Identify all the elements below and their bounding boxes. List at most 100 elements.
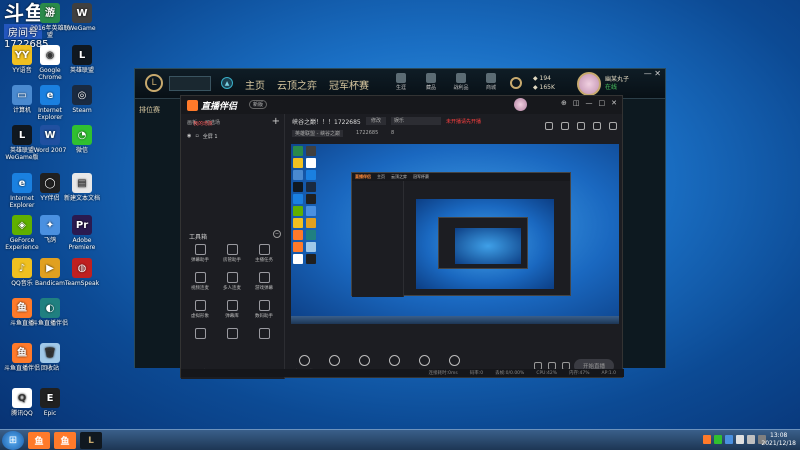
app-icon: ▶ (40, 258, 60, 278)
desktop-icon-label: Adobe Premiere (68, 237, 96, 251)
toolbox-item[interactable]: 虚拟形象 (185, 300, 215, 319)
tool-icon (226, 328, 238, 339)
lol-profile-button[interactable]: 生涯 (391, 73, 411, 91)
tab-my-scenes[interactable]: 我的场景 (187, 120, 219, 127)
app-icon: ◉ (40, 45, 60, 65)
toolbox-item[interactable]: 弹幕助手 (185, 244, 215, 263)
tool-label: 弹幕助手 (191, 258, 209, 263)
desktop-icon[interactable]: W WeGame (62, 3, 102, 32)
close-icon[interactable]: ✕ (611, 99, 617, 107)
desktop-icon[interactable]: ◍ TeamSpeak (62, 258, 102, 287)
minimize-icon[interactable]: — (586, 99, 593, 107)
toolbox-item[interactable]: 游戏弹幕 (249, 272, 279, 291)
lol-collection-button[interactable]: 藏品 (421, 73, 441, 91)
nested-bar: 直播伴侣 主页 云顶之弈 冠军杯赛 (352, 173, 570, 181)
lol-nav-tft[interactable]: 云顶之弈 (277, 77, 317, 92)
app-icon: ◐ (40, 298, 60, 318)
stream-window-controls: ⊕ ◫ — □ ✕ (561, 99, 617, 107)
toolbox-title: 工具箱 (189, 234, 208, 241)
desktop-icon[interactable]: ▤ 新建文本文档 (62, 173, 102, 202)
toolbox-item[interactable] (185, 328, 215, 341)
status-dropped: 丢帧:0/0.00% (495, 371, 525, 376)
toolbox-item[interactable]: 房管助手 (217, 244, 247, 263)
stream-preview[interactable]: 直播伴侣 主页 云顶之弈 冠军杯赛 (291, 144, 619, 324)
desktop-icon[interactable]: E Epic (30, 388, 70, 417)
add-scene-icon[interactable]: + (272, 116, 280, 127)
tool-icon (194, 300, 206, 311)
room-category-select[interactable]: 娱乐 (391, 117, 441, 125)
app-icon: E (40, 388, 60, 408)
skin-icon[interactable]: ◫ (573, 99, 580, 107)
tray-volume-icon[interactable] (747, 435, 755, 444)
app-icon: 鱼 (12, 343, 32, 363)
tray-douyu-icon[interactable] (703, 435, 711, 444)
game-category[interactable]: 英雄联盟 - 峡谷之巅 (292, 130, 343, 137)
desktop-icon-label: 新建文本文档 (63, 195, 100, 202)
stream-app-window[interactable]: 直播伴侣 新版 ⊕ ◫ — □ ✕ 我的场景 画板 可选场 + ◉ ▫ 全屏 1… (180, 95, 624, 379)
room-edit-button[interactable]: 修改 (366, 117, 386, 125)
toolbox-item[interactable] (249, 328, 279, 341)
taskbar-app-icon[interactable]: 鱼 (54, 432, 76, 449)
room-title[interactable]: 峡谷之巅！！！1722685 (292, 117, 361, 126)
lol-play-icon[interactable]: ▲ (221, 77, 233, 89)
lock-icon[interactable]: ▫ (195, 133, 198, 140)
taskbar-clock[interactable]: 13:08 2021/12/18 (761, 432, 796, 448)
desktop-icon[interactable]: ◎ Steam (62, 85, 102, 114)
desktop-icon[interactable]: L 英雄联盟 (62, 45, 102, 74)
nested-preview (416, 199, 554, 289)
eye-icon[interactable]: ◉ (187, 133, 191, 140)
toolbox-item[interactable]: 数码助手 (249, 300, 279, 319)
status-cpu: CPU:42% (536, 370, 557, 376)
tray-network-icon[interactable] (736, 435, 744, 444)
clock-time: 13:08 (770, 432, 788, 439)
version-badge[interactable]: 新版 (249, 100, 268, 109)
toolbox-collapse-icon[interactable]: − (273, 230, 281, 238)
lol-window-controls[interactable]: — ✕ (644, 69, 661, 78)
taskbar-app-icon[interactable]: L (80, 432, 102, 449)
lol-store-button[interactable]: 商城 (481, 73, 501, 91)
start-button[interactable]: ⊞ (2, 431, 24, 450)
add-icon[interactable]: ⊕ (561, 99, 567, 107)
room-warning: 未开播请先开播 (446, 119, 482, 125)
maximize-icon[interactable]: □ (599, 99, 606, 107)
toolbox-item[interactable]: 主播任务 (249, 244, 279, 263)
screenshot-icon[interactable] (545, 122, 553, 130)
bell-icon[interactable] (593, 122, 601, 130)
desktop-icon[interactable]: ◐ 斗鱼直播伴侣 (30, 298, 70, 327)
share-icon[interactable] (609, 122, 617, 130)
collection-icon (426, 73, 436, 83)
app-icon: ▤ (72, 173, 92, 193)
toolbox-item[interactable]: 多人连麦 (217, 272, 247, 291)
stream-user-avatar[interactable] (514, 98, 527, 111)
tool-label: 弹幕库 (225, 314, 239, 319)
lol-logo-icon[interactable]: L (145, 74, 163, 92)
app-icon: ◔ (72, 125, 92, 145)
taskbar-app-icon[interactable]: 鱼 (28, 432, 50, 449)
scene-name: 全屏 1 (202, 134, 218, 140)
tool-icon (194, 272, 206, 283)
fans-count: 8 (391, 130, 395, 136)
desktop-icon[interactable]: Pr Adobe Premiere (62, 215, 102, 251)
coin-icon (510, 77, 522, 89)
lol-nav-home[interactable]: 主页 (245, 77, 265, 92)
lol-left-panel: 排位赛 (135, 99, 183, 368)
tray-qq-icon[interactable] (725, 435, 733, 444)
toolbox-item[interactable] (217, 328, 247, 341)
scene-item[interactable]: ◉ ▫ 全屏 1 (181, 131, 284, 142)
desktop-icon[interactable]: ◔ 微信 (62, 125, 102, 154)
blue-essence: 194 (539, 75, 551, 82)
summoner-avatar[interactable] (577, 72, 601, 96)
toolbox-item[interactable]: 弹幕库 (217, 300, 247, 319)
desktop-icon[interactable]: 🗑 回收站 (30, 343, 70, 372)
tool-icon (226, 300, 238, 311)
lol-search-box[interactable] (169, 76, 211, 91)
app-icon: e (12, 173, 32, 193)
gift-icon[interactable] (577, 122, 585, 130)
lol-loot-button[interactable]: 战利品 (451, 73, 471, 91)
desktop-icon-label: Epic (43, 410, 57, 417)
tray-wechat-icon[interactable] (714, 435, 722, 444)
record-icon[interactable] (561, 122, 569, 130)
toolbox-item[interactable]: 视频连麦 (185, 272, 215, 291)
lol-nav-clash[interactable]: 冠军杯赛 (329, 77, 369, 92)
app-icon: ◍ (72, 258, 92, 278)
